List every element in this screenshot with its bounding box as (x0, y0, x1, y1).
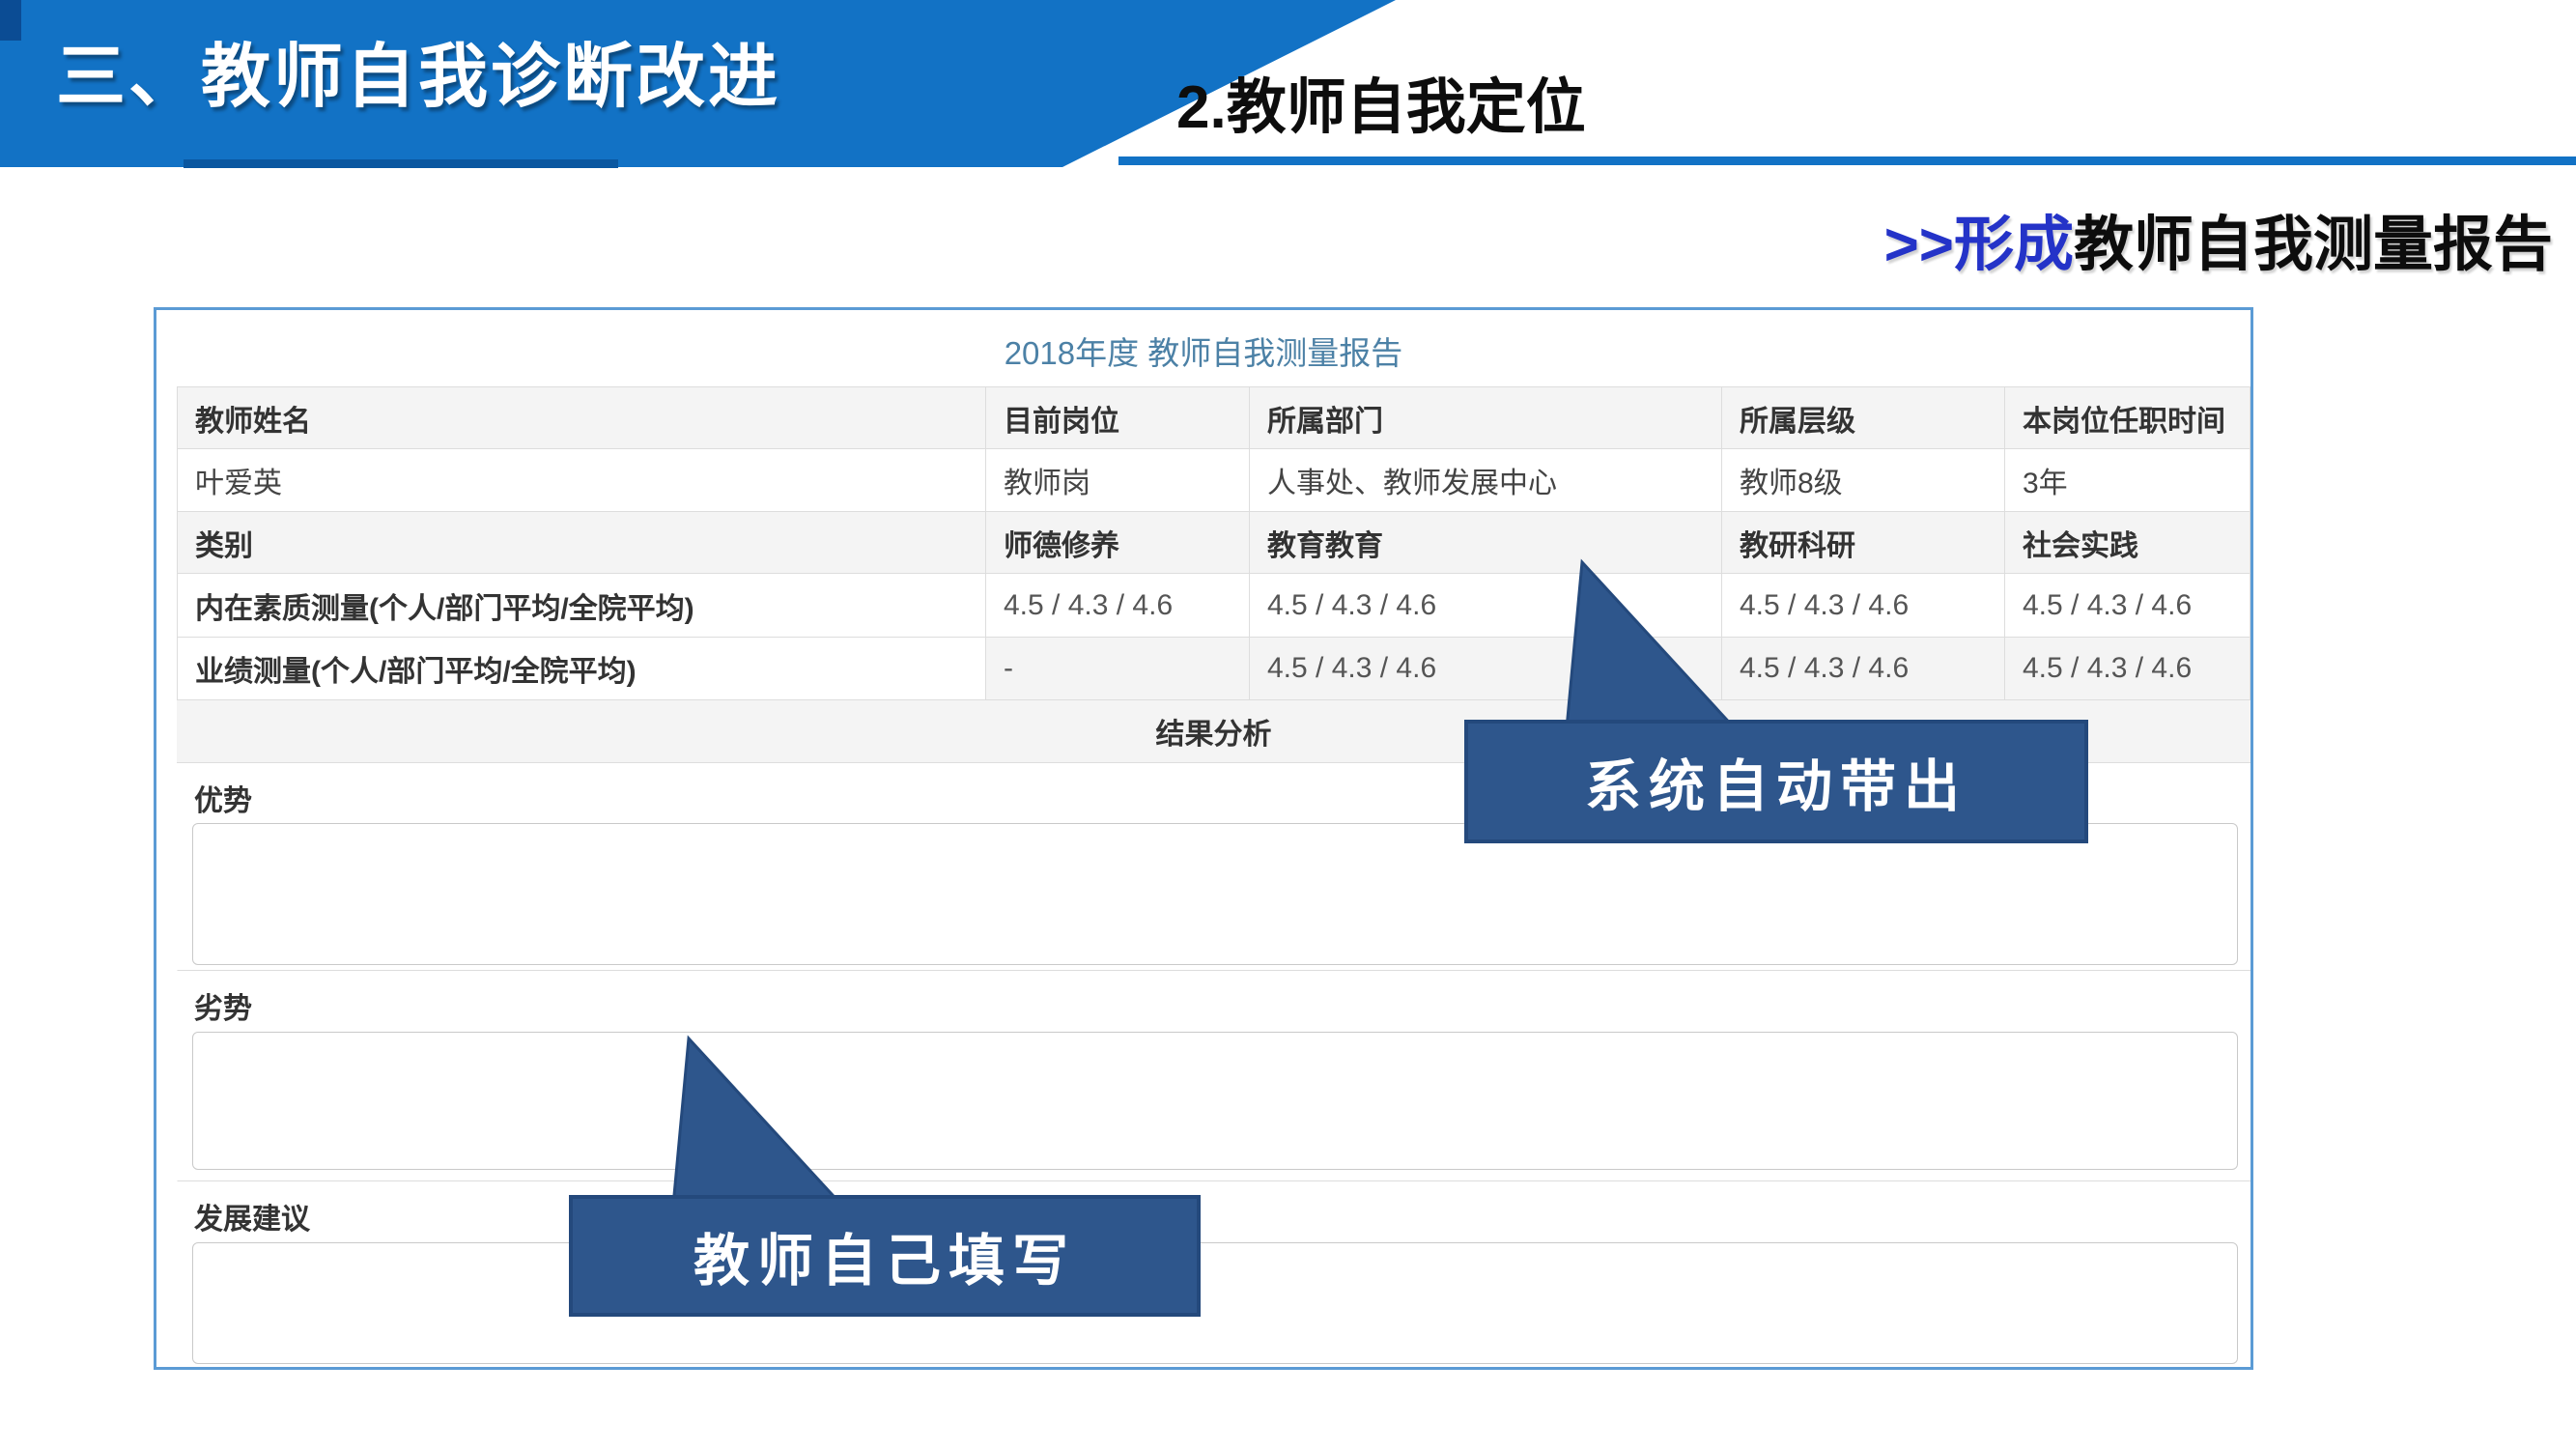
cell-level: 教师8级 (1722, 449, 2005, 511)
cell-department: 人事处、教师发展中心 (1250, 449, 1722, 511)
callout-teacher-fill: 教师自己填写 (569, 1195, 1201, 1317)
strengths-label: 优势 (194, 777, 252, 819)
pointer-line-rest: 教师自我测量报告 (2074, 212, 2553, 278)
measure-value: - (986, 638, 1250, 699)
callout-system-auto-text: 系统自动带出 (1585, 741, 1967, 822)
category-cell-ethics: 师德修养 (986, 512, 1250, 573)
measure-value: 4.5 / 4.3 / 4.6 (1722, 574, 2005, 637)
development-suggestions-label: 发展建议 (194, 1195, 310, 1237)
header-cell-tenure: 本岗位任职时间 (2005, 387, 2250, 448)
result-analysis-label: 结果分析 (1156, 710, 1272, 753)
cell-teacher-name: 叶爱英 (177, 449, 986, 511)
table-row-performance: 业绩测量(个人/部门平均/全院平均) - 4.5 / 4.3 / 4.6 4.5… (177, 638, 2250, 700)
pointer-line-highlight: >>形成 (1884, 212, 2074, 278)
weaknesses-label: 劣势 (194, 984, 252, 1027)
measure-value: 4.5 / 4.3 / 4.6 (2005, 638, 2250, 699)
header-cell-teacher-name: 教师姓名 (177, 387, 986, 448)
measure-label: 内在素质测量(个人/部门平均/全院平均) (177, 574, 986, 637)
callout-arrow-teacher (655, 1030, 863, 1206)
section-title: 2.教师自我定位 (1176, 58, 1586, 145)
table-header-row: 教师姓名 目前岗位 所属部门 所属层级 本岗位任职时间 (177, 386, 2250, 449)
banner-title: 三、教师自我诊断改进 (56, 19, 780, 121)
header-cell-department: 所属部门 (1250, 387, 1722, 448)
table-row-profile: 叶爱英 教师岗 人事处、教师发展中心 教师8级 3年 (177, 449, 2250, 512)
cell-current-post: 教师岗 (986, 449, 1250, 511)
callout-system-auto: 系统自动带出 (1464, 720, 2088, 843)
category-cell-research: 教研科研 (1722, 512, 2005, 573)
slide: 三、教师自我诊断改进 2.教师自我定位 >>形成教师自我测量报告 2018年度 … (0, 0, 2576, 1450)
header-cell-level: 所属层级 (1722, 387, 2005, 448)
callout-teacher-fill-text: 教师自己填写 (694, 1215, 1076, 1296)
development-suggestions-textarea[interactable] (192, 1242, 2238, 1364)
header-cell-current-post: 目前岗位 (986, 387, 1250, 448)
report-title: 2018年度 教师自我测量报告 (156, 327, 2250, 374)
cell-tenure: 3年 (2005, 449, 2250, 511)
measure-value: 4.5 / 4.3 / 4.6 (986, 574, 1250, 637)
category-cell-label: 类别 (177, 512, 986, 573)
field-section-weaknesses: 劣势 (177, 971, 2250, 1181)
measure-value: 4.5 / 4.3 / 4.6 (1722, 638, 2005, 699)
weaknesses-textarea[interactable] (192, 1032, 2238, 1170)
pointer-line: >>形成教师自我测量报告 (1884, 195, 2553, 282)
field-section-development-suggestions: 发展建议 (177, 1181, 2250, 1367)
title-underline (1118, 156, 2576, 165)
banner-corner-accent (0, 0, 21, 41)
category-cell-practice: 社会实践 (2005, 512, 2250, 573)
table-row-category: 类别 师德修养 教育教育 教研科研 社会实践 (177, 512, 2250, 574)
measure-value: 4.5 / 4.3 / 4.6 (2005, 574, 2250, 637)
banner-bottom-accent (184, 159, 618, 168)
strengths-textarea[interactable] (192, 823, 2238, 965)
measure-label: 业绩测量(个人/部门平均/全院平均) (177, 638, 986, 699)
table-row-internal-quality: 内在素质测量(个人/部门平均/全院平均) 4.5 / 4.3 / 4.6 4.5… (177, 574, 2250, 638)
callout-arrow-system (1541, 553, 1748, 728)
